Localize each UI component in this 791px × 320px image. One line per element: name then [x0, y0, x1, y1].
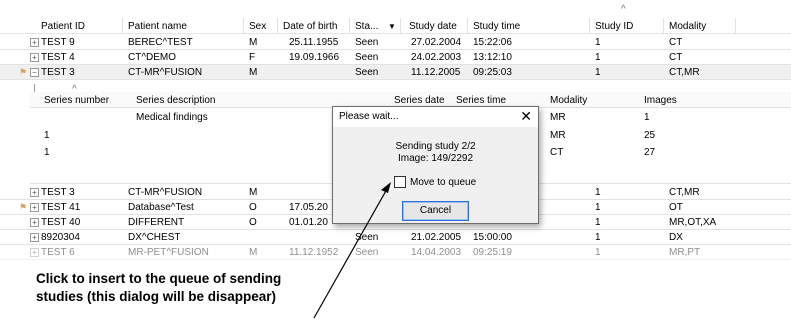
annotation-line: studies (this dialog will be disappear)	[36, 289, 277, 304]
annotation-callout: Click to insert to the queue of sending …	[36, 270, 336, 306]
annotation-line: Click to insert to the queue of sending	[36, 271, 282, 286]
